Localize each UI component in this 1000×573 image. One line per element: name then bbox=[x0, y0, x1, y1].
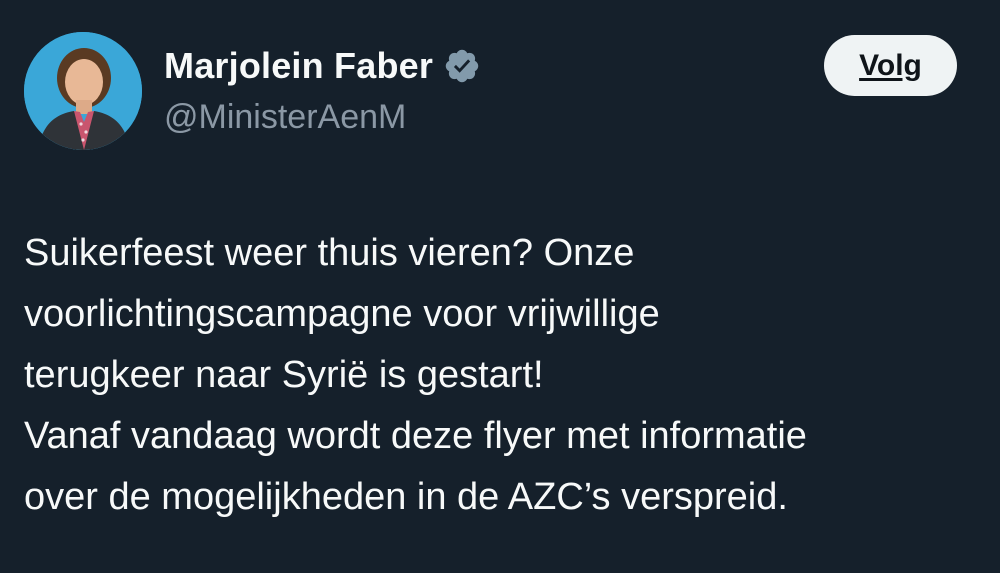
tweet-card: Marjolein Faber @MinisterAenM Volg Suike… bbox=[0, 0, 1000, 573]
tweet-text-line: terugkeer naar Syrië is gestart! bbox=[24, 354, 544, 396]
tweet-text-line: over de mogelijkheden in de AZC’s verspr… bbox=[24, 476, 788, 518]
tweet-text-line: Suikerfeest weer thuis vieren? Onze bbox=[24, 232, 635, 274]
tweet-text-line: voorlichtingscampagne voor vrijwillige bbox=[24, 293, 660, 335]
tweet-text-line: Vanaf vandaag wordt deze flyer met infor… bbox=[24, 415, 807, 457]
tweet-text: Suikerfeest weer thuis vieren? Onze voor… bbox=[24, 223, 989, 528]
avatar[interactable] bbox=[24, 32, 142, 150]
author-handle[interactable]: @MinisterAenM bbox=[164, 98, 406, 137]
avatar-photo-icon bbox=[24, 32, 142, 150]
author-name-row: Marjolein Faber bbox=[164, 44, 481, 88]
follow-button[interactable]: Volg bbox=[824, 35, 957, 96]
author-display-name[interactable]: Marjolein Faber bbox=[164, 45, 433, 87]
verified-badge-icon bbox=[443, 47, 481, 85]
